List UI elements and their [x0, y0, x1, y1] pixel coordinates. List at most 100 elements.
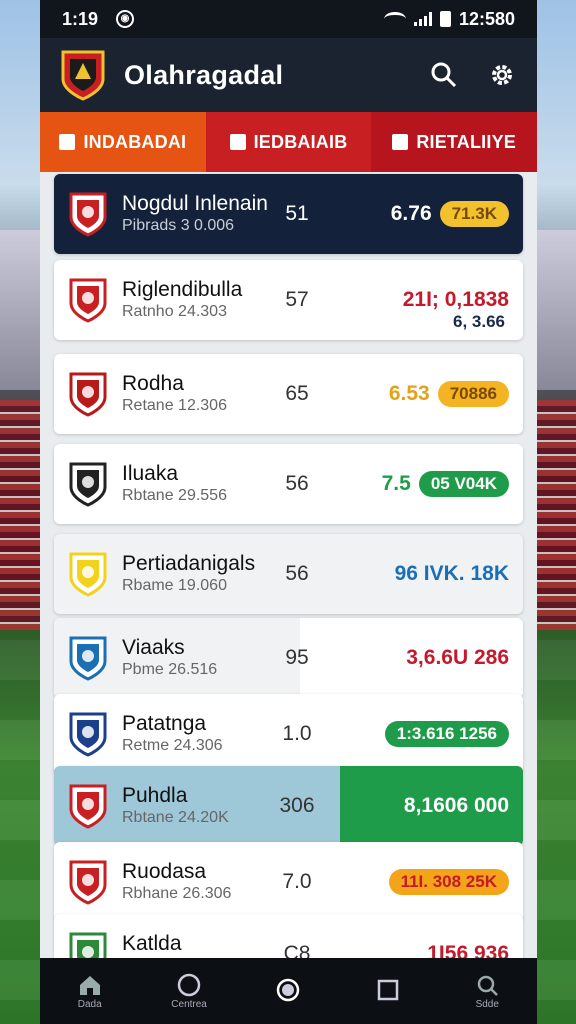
match-row[interactable]: Puhdla Rbtane 24.20K 306 8,1606 000	[54, 766, 523, 846]
team-subtitle: Rbhane 26.306	[122, 885, 232, 902]
odds-badge[interactable]: 11I. 308 25K	[388, 869, 509, 895]
app-bar: Olahragadal	[40, 38, 537, 112]
circle-icon	[177, 973, 201, 996]
search-icon	[478, 975, 499, 996]
battery-icon	[439, 11, 451, 27]
team-name: Katlda	[122, 932, 182, 955]
odds-badge[interactable]: 05 V04K	[418, 471, 509, 497]
match-row[interactable]: Ruodasa Rbhane 26.306 7.0 11I. 308 25K	[54, 842, 523, 922]
tab-1-label: INDABADAI	[83, 131, 187, 152]
team-info: Patatnga Retme 24.306	[122, 712, 267, 756]
status-time-right: 12:580	[458, 8, 515, 29]
match-row[interactable]: Pertiadanigals Rbame 19.060 56 96 IVK. 18K	[54, 534, 523, 614]
app-title: Olahragadal	[124, 59, 284, 90]
phone-screen: 1:19 ◉ 12:580 Olahragadal INDABADAI IEDB…	[40, 0, 537, 1024]
team-name: Puhdla	[122, 784, 188, 807]
tab-2-label: IEDBAIAIB	[253, 131, 348, 152]
nav-home[interactable]: Dada	[55, 973, 125, 1010]
nav-home-label: Dada	[77, 998, 102, 1010]
team-name: Nogdul Inlenain	[122, 192, 268, 215]
team-subtitle: Rbtane 29.556	[122, 487, 227, 504]
team-name: Riglendibulla	[122, 278, 243, 301]
nav-center-label: Centrea	[171, 998, 207, 1010]
tab-3-label: RIETALIIYE	[416, 131, 517, 152]
odds-group: 1:3.616 1256	[327, 721, 509, 747]
odds-value[interactable]: 96 IVK. 18K	[395, 562, 509, 586]
match-score: 306	[279, 794, 315, 817]
team-crest-icon	[69, 784, 107, 829]
odds-value[interactable]: 6.76	[391, 202, 432, 226]
match-row[interactable]: Rodha Retane 12.306 65 6.53 70886	[54, 354, 523, 434]
tab-1[interactable]: INDABADAI	[40, 112, 206, 172]
settings-button[interactable]	[487, 60, 517, 90]
match-score: 95	[285, 646, 309, 669]
odds-badge[interactable]: 1:3.616 1256	[384, 721, 509, 747]
team-crest-icon	[69, 192, 107, 237]
nav-recents[interactable]	[353, 978, 423, 1004]
odds-value[interactable]: 8,1606 000	[404, 794, 509, 818]
team-subtitle: Pbme 26.516	[122, 661, 218, 678]
stadium-stand-right	[536, 400, 576, 630]
nav-center[interactable]: Centrea	[154, 973, 224, 1010]
odds-group: 8,1606 000	[327, 794, 509, 818]
nav-search[interactable]: Sdde	[452, 973, 522, 1010]
match-score: 1.0	[282, 722, 312, 745]
odds-badge[interactable]: 71.3K	[439, 201, 509, 227]
odds-value[interactable]: 6.53	[389, 382, 430, 406]
stadium-roof-right	[536, 230, 576, 390]
team-subtitle: Rbtane 24.20K	[122, 809, 229, 826]
odds-value[interactable]: 7.5	[382, 472, 411, 496]
system-home-icon	[277, 978, 300, 1002]
stadium-stand-left	[0, 400, 40, 630]
odds-group: 3,6.6U 286	[327, 646, 509, 670]
home-icon	[59, 134, 76, 150]
odds-badge[interactable]: 70886	[437, 381, 509, 407]
match-row[interactable]: Patatnga Retme 24.306 1.0 1:3.616 1256	[54, 694, 523, 774]
nav-search-label: Sdde	[475, 998, 499, 1010]
team-info: Pertiadanigals Rbame 19.060	[122, 552, 267, 596]
match-row[interactable]: Iluaka Rbtane 29.556 56 7.5 05 V04K	[54, 444, 523, 524]
match-row[interactable]: Riglendibulla Ratnho 24.303 57 21I; 0,1838 6…	[54, 260, 523, 340]
team-subtitle: Rbame 19.060	[122, 577, 227, 594]
tab-2[interactable]: IEDBAIAIB	[205, 112, 372, 172]
search-button[interactable]	[429, 60, 459, 90]
odds-group: 6.53 70886	[327, 381, 509, 407]
team-crest-icon	[69, 636, 107, 681]
gear-icon	[492, 65, 512, 85]
tab-bar: INDABADAI IEDBAIAIB RIETALIIYE	[40, 112, 537, 172]
square-icon	[377, 979, 399, 1001]
app-logo-icon	[61, 50, 105, 101]
team-info: Puhdla Rbtane 24.20K	[122, 784, 267, 828]
tab-3[interactable]: RIETALIIYE	[371, 112, 537, 172]
odds-subvalue: 6, 3.66	[453, 312, 505, 331]
match-row[interactable]: Nogdul Inlenain Pibrads 3 0.006 51 6.76 71.3…	[54, 174, 523, 254]
team-info: Riglendibulla Ratnho 24.303	[122, 278, 267, 322]
match-row[interactable]: Viaaks Pbme 26.516 95 3,6.6U 286	[54, 618, 523, 698]
team-crest-icon	[69, 372, 107, 417]
search-icon	[431, 62, 457, 88]
team-subtitle: Pibrads 3 0.006	[122, 217, 235, 234]
odds-group: 21I; 0,1838	[327, 288, 509, 312]
odds-group: 96 IVK. 18K	[327, 562, 509, 586]
match-score: 7.0	[282, 870, 312, 893]
home-icon	[79, 975, 100, 995]
team-crest-icon	[69, 712, 107, 757]
status-bar: 1:19 ◉ 12:580	[40, 0, 537, 38]
odds-value[interactable]: 3,6.6U 286	[406, 646, 509, 670]
team-info: Viaaks Pbme 26.516	[122, 636, 267, 680]
team-crest-icon	[69, 552, 107, 597]
odds-group: 11I. 308 25K	[327, 869, 509, 895]
team-crest-icon	[69, 278, 107, 323]
store-icon	[392, 134, 409, 150]
nav-system-home[interactable]	[253, 978, 323, 1004]
odds-value[interactable]: 21I; 0,1838	[403, 288, 509, 312]
team-name: Pertiadanigals	[122, 552, 256, 575]
team-info: Nogdul Inlenain Pibrads 3 0.006	[122, 192, 268, 236]
status-time-left: 1:19	[62, 8, 99, 29]
odds-group: 6.76 71.3K	[327, 201, 509, 227]
notification-icon: ◉	[116, 10, 135, 28]
match-list: Nogdul Inlenain Pibrads 3 0.006 51 6.76 71.3…	[40, 172, 537, 994]
team-name: Viaaks	[122, 636, 185, 659]
match-score: 57	[285, 288, 309, 311]
match-score: 51	[285, 202, 309, 225]
